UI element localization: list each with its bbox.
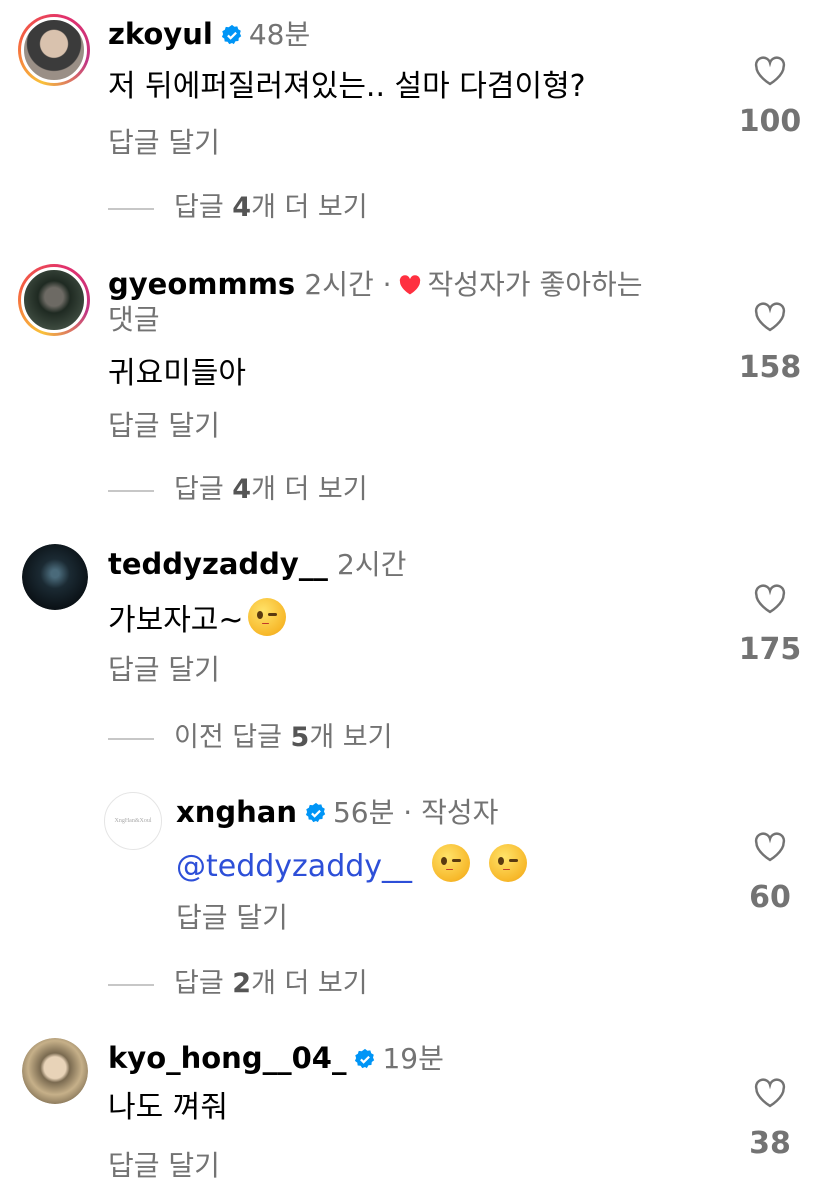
- heart-outline-icon: [754, 584, 786, 614]
- timestamp: 48분: [248, 18, 311, 51]
- username[interactable]: teddyzaddy__: [108, 547, 328, 581]
- reply-button[interactable]: 답글 달기: [108, 1148, 220, 1184]
- like-count: 158: [738, 350, 802, 385]
- reply-button[interactable]: 답글 달기: [108, 125, 220, 161]
- avatar[interactable]: [18, 264, 90, 336]
- timestamp: 56분 · 작성자: [332, 796, 499, 829]
- view-more-replies[interactable]: 답글 4개 더 보기: [108, 472, 368, 508]
- view-more-replies[interactable]: 답글 4개 더 보기: [108, 190, 368, 226]
- wink-emoji-icon: [431, 844, 470, 882]
- avatar[interactable]: XngHan&Xoul: [104, 792, 162, 850]
- reply-button[interactable]: 답글 달기: [176, 900, 288, 936]
- comment-text: @teddyzaddy__: [176, 844, 528, 887]
- timestamp: 2시간: [337, 548, 407, 581]
- heart-outline-icon: [754, 832, 786, 862]
- divider: [108, 737, 154, 740]
- creator-liked-label-cont: 댓글: [108, 303, 160, 336]
- username[interactable]: zkoyul: [108, 17, 213, 51]
- divider: [108, 983, 154, 986]
- heart-filled-icon: [399, 275, 420, 295]
- view-more-replies[interactable]: 답글 2개 더 보기: [108, 966, 368, 1002]
- like-count: 60: [749, 880, 791, 915]
- comment-text: 나도 껴줘: [108, 1090, 228, 1125]
- like-button[interactable]: 38: [730, 1078, 810, 1162]
- comment-text: 귀요미들아: [108, 356, 246, 391]
- heart-outline-icon: [754, 302, 786, 332]
- like-button[interactable]: 175: [730, 584, 810, 668]
- verified-badge-icon: [221, 24, 241, 45]
- like-button[interactable]: 100: [730, 56, 810, 140]
- divider: [108, 207, 154, 210]
- username[interactable]: xnghan: [176, 795, 297, 829]
- heart-outline-icon: [754, 1078, 786, 1108]
- timestamp: 19분: [382, 1042, 444, 1075]
- divider: [108, 489, 154, 492]
- comment-zkoyul: zkoyul 48분 저 뒤에퍼질러져있는.. 설마 다겸이형? 답글 달기 답글…: [0, 0, 828, 250]
- timestamp: 2시간 ·: [304, 268, 392, 301]
- comment-gyeommms: gyeommms 2시간 · 작성자가 좋아하는 댓글 귀요미들아 답글 달기 답…: [0, 250, 828, 530]
- avatar[interactable]: [22, 1038, 88, 1104]
- reply-button[interactable]: 답글 달기: [108, 652, 220, 688]
- username[interactable]: kyo_hong__04_: [108, 1041, 346, 1075]
- verified-badge-icon: [355, 1048, 375, 1069]
- like-count: 100: [738, 104, 802, 139]
- avatar[interactable]: [18, 14, 90, 86]
- wink-emoji-icon: [489, 844, 528, 882]
- comment-text: 가보자고~: [108, 598, 286, 641]
- mention-link[interactable]: @teddyzaddy__: [176, 849, 412, 884]
- comment-teddyzaddy: teddyzaddy__ 2시간 가보자고~ 답글 달기 이전 답글 5개 보기…: [0, 530, 828, 780]
- like-count: 38: [749, 1126, 791, 1161]
- like-button[interactable]: 158: [730, 302, 810, 386]
- avatar[interactable]: [22, 544, 88, 610]
- wink-emoji-icon: [247, 598, 286, 636]
- reply-xnghan: XngHan&Xoul xnghan 56분 · 작성자 @teddyzaddy_…: [0, 780, 828, 1030]
- reply-button[interactable]: 답글 달기: [108, 408, 220, 444]
- like-button[interactable]: 60: [730, 832, 810, 916]
- username[interactable]: gyeommms: [108, 267, 295, 301]
- verified-badge-icon: [305, 802, 326, 823]
- comment-kyo_hong: kyo_hong__04_ 19분 나도 껴줘 답글 달기 38: [0, 1030, 828, 1199]
- heart-outline-icon: [754, 56, 786, 86]
- like-count: 175: [738, 632, 802, 667]
- comment-text: 저 뒤에퍼질러져있는.. 설마 다겸이형?: [108, 69, 586, 104]
- creator-liked-label: 작성자가 좋아하는: [427, 268, 643, 301]
- view-previous-replies[interactable]: 이전 답글 5개 보기: [108, 720, 392, 756]
